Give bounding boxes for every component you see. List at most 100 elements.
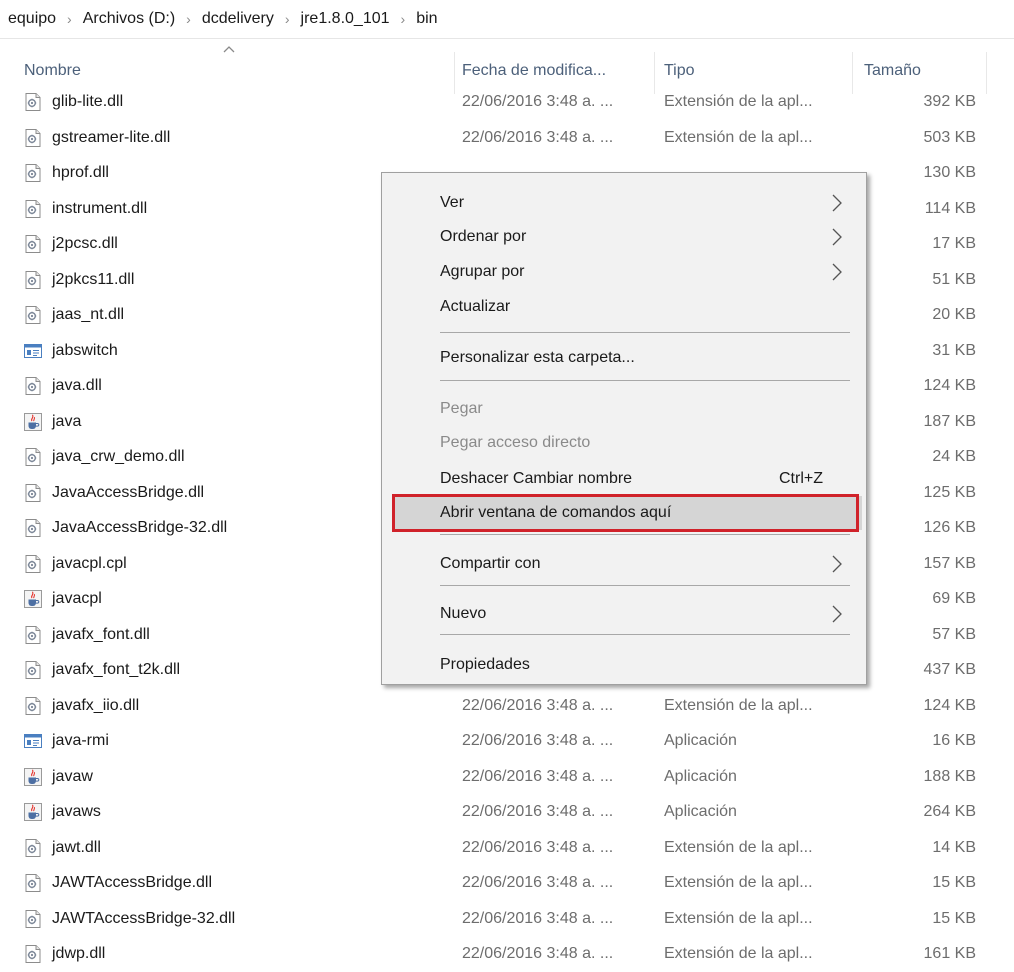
menu-item-actualizar[interactable]: Actualizar [382, 290, 866, 324]
file-size: 125 KB [923, 483, 976, 501]
file-name: java.dll [52, 377, 102, 394]
menu-separator [440, 534, 850, 535]
file-size: 24 KB [932, 448, 976, 465]
file-row[interactable]: JAWTAccessBridge-32.dll 22/06/2016 3:48 a… [0, 902, 1014, 937]
chevron-right-icon[interactable]: › [67, 11, 72, 27]
dll-file-icon [23, 199, 43, 219]
app-window-icon [23, 731, 43, 751]
file-name: java-rmi [52, 732, 109, 749]
file-name: java_crw_demo.dll [52, 448, 185, 465]
menu-item-compartir-con[interactable]: Compartir con [382, 547, 866, 581]
column-header-name[interactable]: Nombre [24, 62, 81, 80]
file-date-modified: 22/06/2016 3:48 a. ... [462, 767, 614, 785]
breadcrumb-item-dcdelivery[interactable]: dcdelivery [200, 10, 276, 28]
submenu-arrow-icon [832, 555, 842, 573]
file-size: 126 KB [923, 519, 976, 536]
file-name: javaw [52, 767, 93, 785]
breadcrumb-item-equipo[interactable]: equipo [6, 10, 58, 28]
dll-file-icon [23, 483, 43, 503]
file-size: 69 KB [932, 590, 976, 607]
chevron-right-icon[interactable]: › [285, 11, 290, 27]
file-size: 31 KB [932, 341, 976, 359]
file-size: 124 KB [923, 377, 976, 394]
dll-file-icon [23, 838, 43, 858]
column-header-type[interactable]: Tipo [664, 62, 695, 80]
file-name: JAWTAccessBridge.dll [52, 874, 213, 891]
dll-file-icon [23, 660, 43, 680]
menu-item-ordenar-por[interactable]: Ordenar por [382, 220, 866, 254]
menu-item-nuevo[interactable]: Nuevo [382, 597, 866, 631]
sort-ascending-icon [223, 46, 235, 53]
dll-file-icon [23, 447, 43, 467]
file-type: Extensión de la apl... [664, 128, 813, 146]
menu-item-label: Deshacer Cambiar nombre [440, 470, 633, 487]
file-name: javacpl.cpl [52, 554, 127, 572]
file-row[interactable]: gstreamer-lite.dll 22/06/2016 3:48 a. ...… [0, 121, 1014, 156]
file-size: 51 KB [932, 270, 976, 288]
submenu-arrow-icon [832, 605, 842, 623]
file-date-modified: 22/06/2016 3:48 a. ... [462, 128, 614, 146]
file-row[interactable]: javaws 22/06/2016 3:48 a. ... Aplicación 26… [0, 795, 1014, 830]
file-size: 57 KB [932, 625, 976, 643]
file-type: Aplicación [664, 803, 737, 820]
menu-item-agrupar-por[interactable]: Agrupar por [382, 255, 866, 289]
column-header-size[interactable]: Tamaño [864, 62, 921, 80]
file-date-modified: 22/06/2016 3:48 a. ... [462, 838, 614, 856]
menu-item-deshacer-cambiar-nombre[interactable]: Deshacer Cambiar nombre Ctrl+Z [382, 462, 866, 496]
submenu-arrow-icon [832, 263, 842, 281]
file-type: Extensión de la apl... [664, 874, 813, 891]
file-name: jaas_nt.dll [52, 306, 125, 323]
dll-file-icon [23, 944, 43, 964]
file-size: 157 KB [923, 554, 976, 572]
file-date-modified: 22/06/2016 3:48 a. ... [462, 803, 614, 820]
file-size: 20 KB [932, 306, 976, 323]
breadcrumb-item-jre[interactable]: jre1.8.0_101 [299, 10, 392, 28]
file-size: 17 KB [932, 235, 976, 252]
file-name: javafx_iio.dll [52, 696, 140, 714]
java-icon [23, 589, 43, 609]
file-size: 188 KB [923, 767, 976, 785]
column-header-date[interactable]: Fecha de modifica... [462, 62, 606, 80]
file-type: Extensión de la apl... [664, 696, 813, 714]
file-row[interactable]: java-rmi 22/06/2016 3:48 a. ... Aplicación… [0, 724, 1014, 759]
file-row[interactable]: jdwp.dll 22/06/2016 3:48 a. ... Extensión … [0, 937, 1014, 972]
menu-separator [440, 380, 850, 381]
file-row[interactable]: glib-lite.dll 22/06/2016 3:48 a. ... Exten… [0, 85, 1014, 120]
file-name: jabswitch [52, 341, 118, 359]
file-row[interactable]: JAWTAccessBridge.dll 22/06/2016 3:48 a. .… [0, 866, 1014, 901]
file-name: gstreamer-lite.dll [52, 128, 171, 146]
menu-item-propiedades[interactable]: Propiedades [382, 648, 866, 682]
menu-item-label: Compartir con [440, 555, 541, 572]
dll-file-icon [23, 305, 43, 325]
breadcrumb-item-bin[interactable]: bin [414, 10, 439, 28]
chevron-right-icon[interactable]: › [186, 11, 191, 27]
menu-item-label: Personalizar esta carpeta... [440, 349, 635, 366]
menu-item-pegar: Pegar [382, 392, 866, 426]
chevron-right-icon[interactable]: › [401, 11, 406, 27]
file-row[interactable]: jawt.dll 22/06/2016 3:48 a. ... Extensión … [0, 831, 1014, 866]
file-row[interactable]: javaw 22/06/2016 3:48 a. ... Aplicación 188… [0, 760, 1014, 795]
file-type: Aplicación [664, 732, 737, 749]
app-window-icon [23, 341, 43, 361]
java-icon [23, 802, 43, 822]
menu-item-label: Ordenar por [440, 228, 527, 245]
menu-item-ver[interactable]: Ver [382, 186, 866, 220]
file-type: Extensión de la apl... [664, 838, 813, 856]
submenu-arrow-icon [832, 228, 842, 246]
file-name: javaws [52, 803, 101, 820]
menu-item-label: Pegar acceso directo [440, 434, 591, 451]
menu-item-pegar-acceso-directo: Pegar acceso directo [382, 426, 866, 460]
menu-item-personalizar-esta-carpeta[interactable]: Personalizar esta carpeta... [382, 341, 866, 375]
breadcrumb-divider [0, 38, 1014, 39]
file-name: jawt.dll [52, 838, 101, 856]
file-date-modified: 22/06/2016 3:48 a. ... [462, 696, 614, 714]
java-icon [23, 412, 43, 432]
dll-file-icon [23, 128, 43, 148]
file-size: 503 KB [923, 128, 976, 146]
menu-separator [440, 585, 850, 586]
breadcrumb-item-archivos[interactable]: Archivos (D:) [81, 10, 177, 28]
file-row[interactable]: javafx_iio.dll 22/06/2016 3:48 a. ... Exte… [0, 689, 1014, 724]
file-size: 15 KB [932, 874, 976, 891]
menu-item-shortcut: Ctrl+Z [779, 470, 823, 487]
menu-item-label: Actualizar [440, 298, 511, 315]
